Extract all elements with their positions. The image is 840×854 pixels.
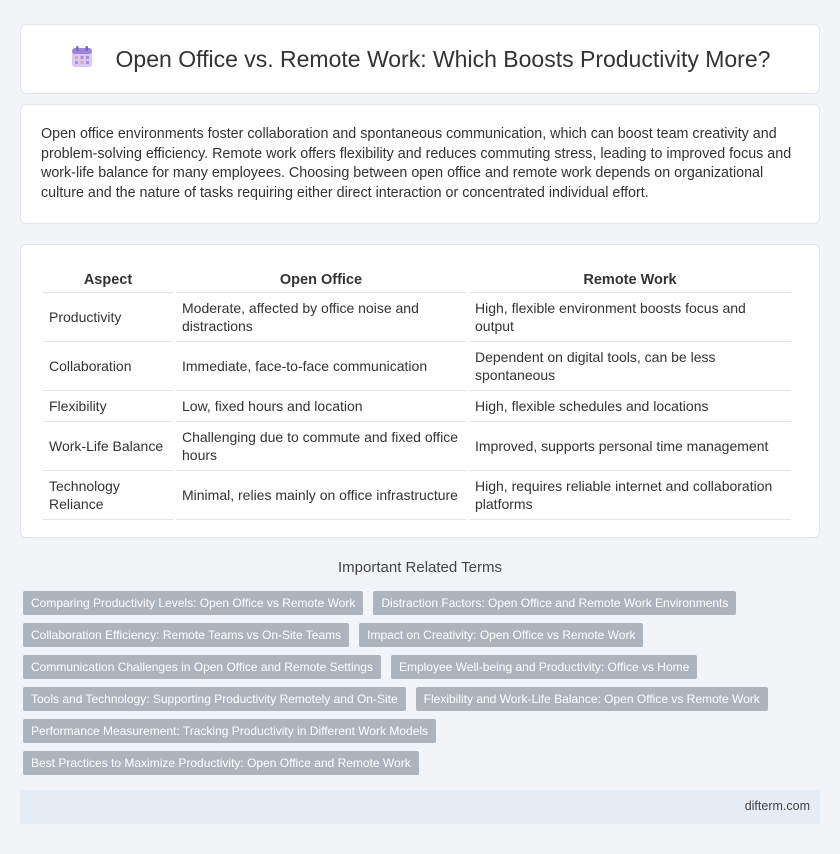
related-term-tag[interactable]: Collaboration Efficiency: Remote Teams v… (23, 623, 350, 647)
comparison-table: Aspect Open Office Remote Work Productiv… (40, 265, 794, 520)
related-term-tag[interactable]: Tools and Technology: Supporting Product… (23, 687, 406, 711)
related-term-tag[interactable]: Comparing Productivity Levels: Open Offi… (23, 591, 364, 615)
table-cell: High, flexible environment boosts focus … (469, 293, 791, 342)
intro-card: Open office environments foster collabor… (20, 104, 820, 224)
table-row: Collaboration Immediate, face-to-face co… (43, 342, 791, 391)
header-card: Open Office vs. Remote Work: Which Boost… (20, 24, 820, 94)
table-cell: Low, fixed hours and location (176, 391, 466, 422)
related-term-tag[interactable]: Performance Measurement: Tracking Produc… (23, 719, 437, 743)
related-terms-title: Important Related Terms (338, 559, 502, 576)
table-cell: Improved, supports personal time managem… (469, 422, 791, 471)
comparison-table-card: Aspect Open Office Remote Work Productiv… (20, 244, 820, 538)
table-cell: Flexibility (43, 391, 173, 422)
table-row: Flexibility Low, fixed hours and locatio… (43, 391, 791, 422)
table-cell: Collaboration (43, 342, 173, 391)
table-cell: Work-Life Balance (43, 422, 173, 471)
related-term-tag[interactable]: Flexibility and Work-Life Balance: Open … (415, 687, 768, 711)
header-aspect: Aspect (43, 265, 173, 293)
header-remote-work: Remote Work (469, 265, 791, 293)
table-cell: Minimal, relies mainly on office infrast… (176, 471, 466, 520)
table-cell: Productivity (43, 293, 173, 342)
table-cell: Technology Reliance (43, 471, 173, 520)
table-cell: High, flexible schedules and locations (469, 391, 791, 422)
calendar-icon (70, 45, 94, 74)
table-row: Technology Reliance Minimal, relies main… (43, 471, 791, 520)
footer-site[interactable]: difterm.com (745, 799, 810, 813)
related-terms-list: Comparing Productivity Levels: Open Offi… (23, 591, 823, 783)
table-row: Work-Life Balance Challenging due to com… (43, 422, 791, 471)
header-open-office: Open Office (176, 265, 466, 293)
footer: difterm.com (20, 790, 820, 824)
intro-text: Open office environments foster collabor… (41, 126, 792, 201)
page-title: Open Office vs. Remote Work: Which Boost… (115, 45, 771, 72)
related-term-tag[interactable]: Distraction Factors: Open Office and Rem… (373, 591, 737, 615)
table-row: Productivity Moderate, affected by offic… (43, 293, 791, 342)
table-cell: High, requires reliable internet and col… (469, 471, 791, 520)
related-term-tag[interactable]: Communication Challenges in Open Office … (23, 655, 381, 679)
related-term-tag[interactable]: Best Practices to Maximize Productivity:… (23, 751, 419, 775)
related-term-tag[interactable]: Impact on Creativity: Open Office vs Rem… (359, 623, 644, 647)
related-term-tag[interactable]: Employee Well-being and Productivity: Of… (390, 655, 698, 679)
table-cell: Dependent on digital tools, can be less … (469, 342, 791, 391)
table-cell: Challenging due to commute and fixed off… (176, 422, 466, 471)
table-cell: Immediate, face-to-face communication (176, 342, 466, 391)
table-cell: Moderate, affected by office noise and d… (176, 293, 466, 342)
